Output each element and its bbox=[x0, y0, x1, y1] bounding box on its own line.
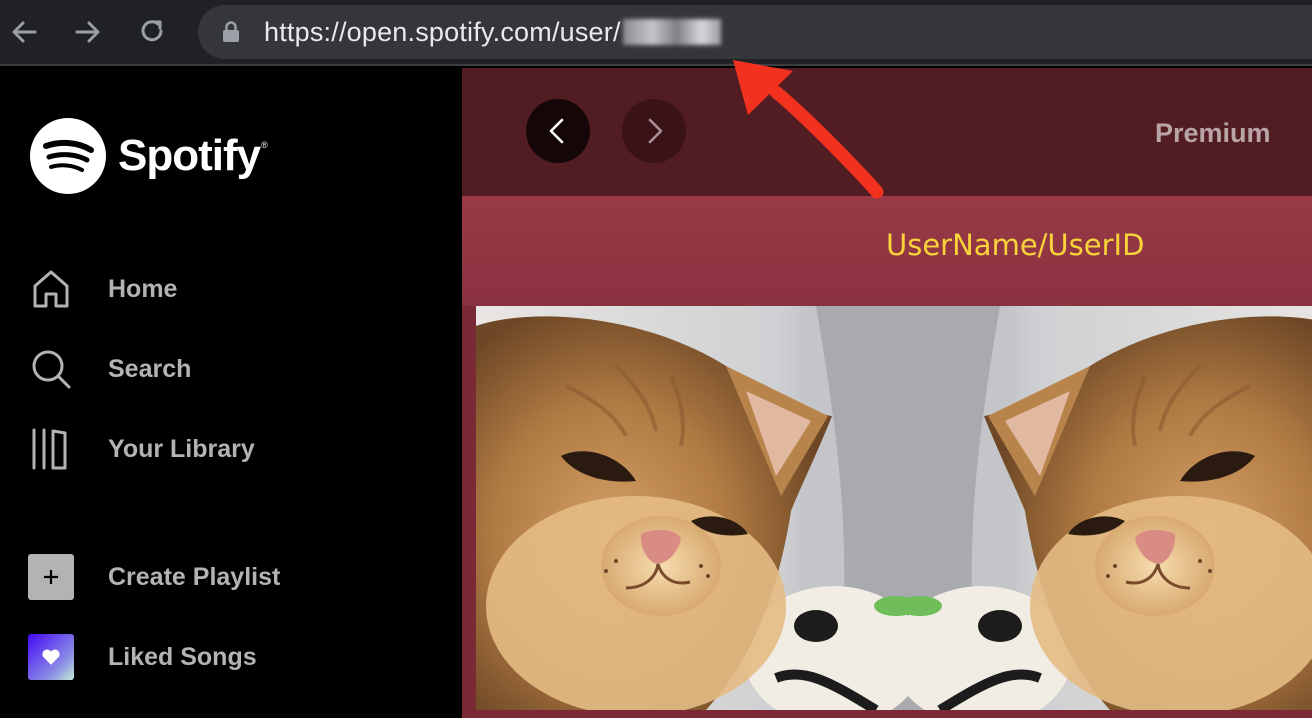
cat-photo-mirrored bbox=[908, 306, 1312, 710]
sidebar-item-create-playlist[interactable]: Create Playlist bbox=[28, 553, 280, 601]
reload-icon bbox=[141, 20, 163, 42]
browser-reload-button[interactable] bbox=[132, 12, 172, 52]
browser-toolbar: https://open.spotify.com/user/ bbox=[0, 0, 1312, 66]
url-text[interactable]: https://open.spotify.com/user/ bbox=[264, 17, 721, 48]
sidebar-item-label: Search bbox=[108, 354, 192, 383]
spotify-logo[interactable]: Spotify ® bbox=[30, 118, 268, 194]
spotify-logo-icon bbox=[30, 118, 106, 194]
sidebar-item-label: Create Playlist bbox=[108, 562, 281, 591]
go-back-button[interactable] bbox=[526, 99, 590, 163]
go-forward-button[interactable] bbox=[622, 99, 686, 163]
sidebar-item-label: Home bbox=[108, 274, 178, 303]
premium-link[interactable]: Premium bbox=[1155, 118, 1271, 149]
address-bar[interactable]: https://open.spotify.com/user/ bbox=[198, 5, 1312, 59]
plus-icon bbox=[28, 554, 74, 600]
heart-icon bbox=[28, 634, 74, 680]
arrow-right-icon bbox=[75, 21, 100, 43]
profile-image[interactable] bbox=[476, 306, 908, 710]
brand-name: Spotify bbox=[118, 131, 261, 180]
browser-back-button[interactable] bbox=[4, 12, 44, 52]
profile-image-mirrored[interactable] bbox=[908, 306, 1312, 710]
library-icon bbox=[28, 426, 74, 472]
chevron-left-icon bbox=[549, 118, 564, 144]
sidebar-item-search[interactable]: Search bbox=[28, 345, 191, 393]
search-icon bbox=[28, 346, 74, 392]
cat-photo bbox=[476, 306, 908, 710]
main-topbar: Premium bbox=[462, 68, 1312, 196]
chevron-right-icon bbox=[648, 118, 663, 144]
browser-forward-button[interactable] bbox=[68, 12, 108, 52]
sidebar-item-label: Liked Songs bbox=[108, 642, 257, 671]
redacted-user-id bbox=[622, 19, 721, 45]
url-value: https://open.spotify.com/user/ bbox=[264, 17, 621, 47]
sidebar-item-home[interactable]: Home bbox=[28, 265, 177, 313]
trademark-mark: ® bbox=[261, 140, 268, 150]
sidebar-item-your-library[interactable]: Your Library bbox=[28, 425, 255, 473]
home-icon bbox=[28, 266, 74, 312]
lock-icon bbox=[223, 21, 239, 42]
sidebar: Spotify ® Home Search Your Library Creat… bbox=[0, 68, 462, 718]
annotation-label: UserName/UserID bbox=[886, 228, 1145, 262]
arrow-left-icon bbox=[12, 21, 37, 43]
sidebar-item-liked-songs[interactable]: Liked Songs bbox=[28, 633, 257, 681]
sidebar-item-label: Your Library bbox=[108, 434, 255, 463]
main-view: Premium UserName/UserID bbox=[462, 68, 1312, 718]
